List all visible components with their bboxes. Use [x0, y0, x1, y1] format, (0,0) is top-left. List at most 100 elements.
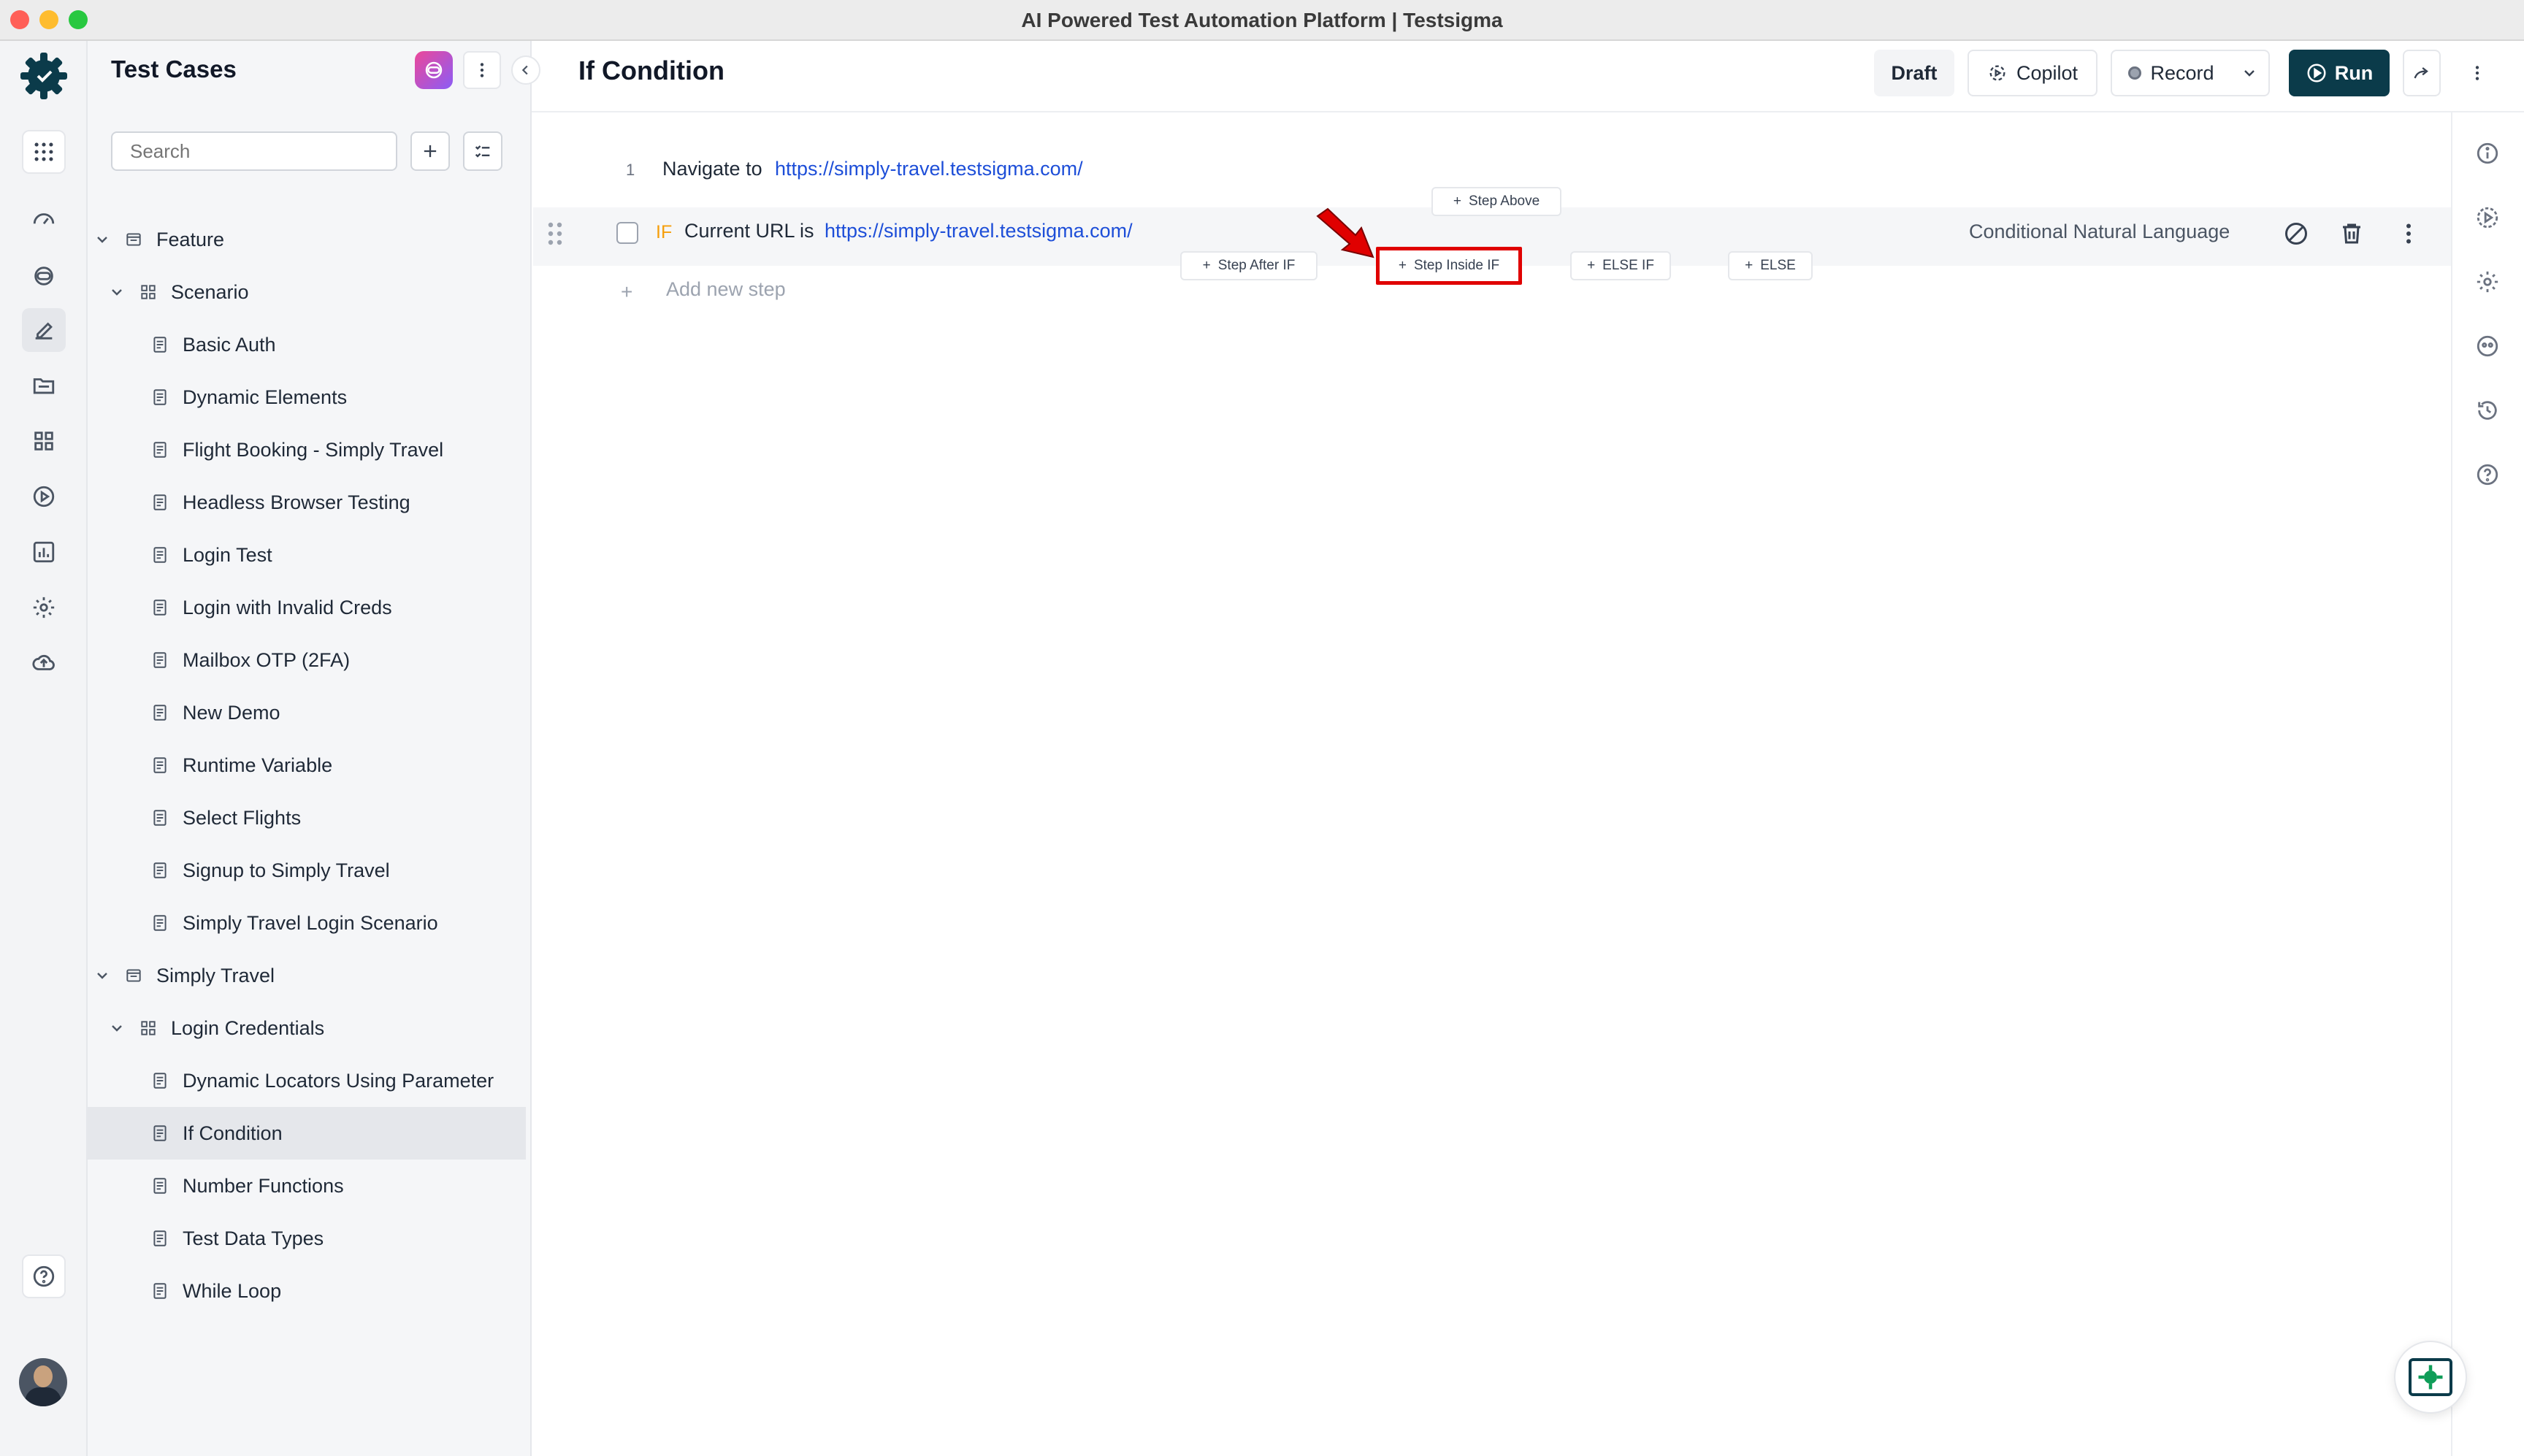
run-button[interactable]: Run — [2289, 50, 2390, 96]
step-inside-if-button[interactable]: + Step Inside IF — [1376, 247, 1522, 285]
else-if-label: ELSE IF — [1602, 258, 1654, 273]
step-type-label: Conditional Natural Language — [1969, 221, 2230, 242]
help-question-icon[interactable] — [2467, 454, 2508, 495]
tree-item-test-case[interactable]: Mailbox OTP (2FA) — [88, 634, 526, 686]
tree-item-label: Scenario — [171, 280, 249, 303]
step-above-button[interactable]: + Step Above — [1431, 187, 1561, 216]
help-icon[interactable] — [22, 1254, 66, 1298]
search-input[interactable] — [111, 131, 397, 171]
bulk-select-button[interactable] — [463, 131, 502, 171]
test-case-icon — [153, 599, 167, 616]
else-button[interactable]: + ELSE — [1728, 251, 1813, 280]
copilot-button[interactable]: Copilot — [1967, 50, 2097, 96]
page-title: If Condition — [578, 55, 724, 85]
test-data-folder-icon[interactable] — [22, 364, 66, 407]
delete-step-trash-icon[interactable] — [2338, 221, 2365, 247]
apps-grid-icon[interactable] — [22, 130, 66, 174]
more-options-icon[interactable] — [2455, 50, 2499, 96]
test-case-icon — [153, 757, 167, 773]
tree-item-test-case[interactable]: Login with Invalid Creds — [88, 581, 526, 634]
step-checkbox[interactable] — [616, 222, 638, 244]
step-inside-if-label: Step Inside IF — [1413, 258, 1500, 273]
tree-item-feature[interactable]: Simply Travel — [88, 949, 526, 1002]
run-results-icon[interactable] — [22, 475, 66, 518]
cloud-upload-icon[interactable] — [22, 641, 66, 685]
tree-item-test-case[interactable]: Test Data Types — [88, 1212, 526, 1265]
tree-item-test-case[interactable]: Dynamic Locators Using Parameter — [88, 1054, 526, 1107]
step-action: Navigate to — [662, 158, 762, 180]
tree-item-label: Dynamic Locators Using Parameter — [183, 1069, 494, 1092]
chevron-down-icon[interactable] — [93, 231, 111, 248]
run-history-play-icon[interactable] — [2467, 197, 2508, 238]
reports-chart-icon[interactable] — [22, 530, 66, 574]
add-test-case-button[interactable] — [410, 131, 450, 171]
scenario-icon — [141, 1021, 156, 1035]
ai-bot-icon[interactable] — [2467, 326, 2508, 367]
tree-item-test-case[interactable]: Flight Booking - Simply Travel — [88, 424, 526, 476]
add-step-plus-icon[interactable]: + — [621, 280, 632, 304]
settings-gear-icon[interactable] — [22, 586, 66, 629]
test-case-icon — [153, 1073, 167, 1089]
ai-agent-icon[interactable] — [415, 51, 453, 89]
test-development-icon[interactable] — [22, 308, 66, 352]
test-case-icon — [153, 862, 167, 878]
sidebar-more-options-icon[interactable] — [463, 51, 501, 89]
tree-item-test-case[interactable]: If Condition — [88, 1107, 526, 1160]
tree-item-test-case[interactable]: While Loop — [88, 1265, 526, 1317]
test-case-icon — [153, 810, 167, 826]
dashboard-icon[interactable] — [22, 199, 66, 242]
tree-item-label: Select Flights — [183, 806, 302, 829]
tree-item-test-case[interactable]: Runtime Variable — [88, 739, 526, 792]
tree-item-test-case[interactable]: Simply Travel Login Scenario — [88, 897, 526, 949]
drag-handle-icon[interactable] — [545, 219, 565, 248]
step-above-label: Step Above — [1468, 194, 1540, 209]
add-new-step-input[interactable]: Add new step — [666, 278, 786, 301]
draft-status-button[interactable]: Draft — [1874, 50, 1954, 96]
settings-icon[interactable] — [2467, 261, 2508, 302]
copilot-bot-icon[interactable] — [22, 254, 66, 298]
tree-item-test-case[interactable]: Basic Auth — [88, 318, 526, 371]
record-button[interactable]: Record — [2111, 50, 2230, 96]
sidebar-title: Test Cases — [111, 55, 237, 83]
info-icon[interactable] — [2467, 133, 2508, 174]
testsigma-logo[interactable] — [16, 48, 72, 104]
chat-support-widget[interactable] — [2394, 1341, 2467, 1414]
test-case-icon — [153, 1283, 167, 1299]
chevron-down-icon[interactable] — [93, 967, 111, 984]
chevron-down-icon[interactable] — [108, 1019, 126, 1037]
tree-item-label: Test Data Types — [183, 1227, 324, 1249]
tree-item-test-case[interactable]: New Demo — [88, 686, 526, 739]
copilot-label: Copilot — [2016, 61, 2079, 84]
tree-item-label: Feature — [156, 228, 225, 250]
tree-item-label: Login with Invalid Creds — [183, 596, 392, 618]
elements-grid-icon[interactable] — [22, 419, 66, 463]
condition-url-link[interactable]: https://simply-travel.testsigma.com/ — [825, 220, 1133, 242]
tree-item-test-case[interactable]: Signup to Simply Travel — [88, 844, 526, 897]
record-dropdown-chevron-icon[interactable] — [2230, 50, 2270, 96]
user-avatar[interactable] — [19, 1358, 67, 1406]
tree-item-test-case[interactable]: Select Flights — [88, 792, 526, 844]
step-more-options-icon[interactable] — [2395, 221, 2422, 247]
disable-step-icon[interactable] — [2283, 221, 2309, 247]
tree-item-test-case[interactable]: Dynamic Elements — [88, 371, 526, 424]
details-rail — [2451, 112, 2524, 1456]
tree-item-label: Mailbox OTP (2FA) — [183, 648, 351, 671]
step-after-if-button[interactable]: + Step After IF — [1180, 251, 1318, 280]
chevron-down-icon[interactable] — [108, 283, 126, 301]
tree-item-test-case[interactable]: Login Test — [88, 529, 526, 581]
tree-item-test-case[interactable]: Headless Browser Testing — [88, 476, 526, 529]
tree-item-test-case[interactable]: Number Functions — [88, 1160, 526, 1212]
step-url-link[interactable]: https://simply-travel.testsigma.com/ — [775, 158, 1083, 180]
tree-item-label: Simply Travel — [156, 964, 275, 986]
history-icon[interactable] — [2467, 390, 2508, 431]
feature-icon — [126, 969, 141, 982]
tree-item-label: Number Functions — [183, 1174, 344, 1197]
else-if-button[interactable]: + ELSE IF — [1570, 251, 1671, 280]
if-keyword: IF — [656, 222, 673, 242]
tree-item-feature[interactable]: Feature — [88, 213, 526, 266]
chat-logo-icon — [2409, 1358, 2452, 1396]
share-icon[interactable] — [2403, 50, 2441, 96]
test-case-icon — [153, 1178, 167, 1194]
tree-item-scenario[interactable]: Login Credentials — [88, 1002, 526, 1054]
tree-item-scenario[interactable]: Scenario — [88, 266, 526, 318]
